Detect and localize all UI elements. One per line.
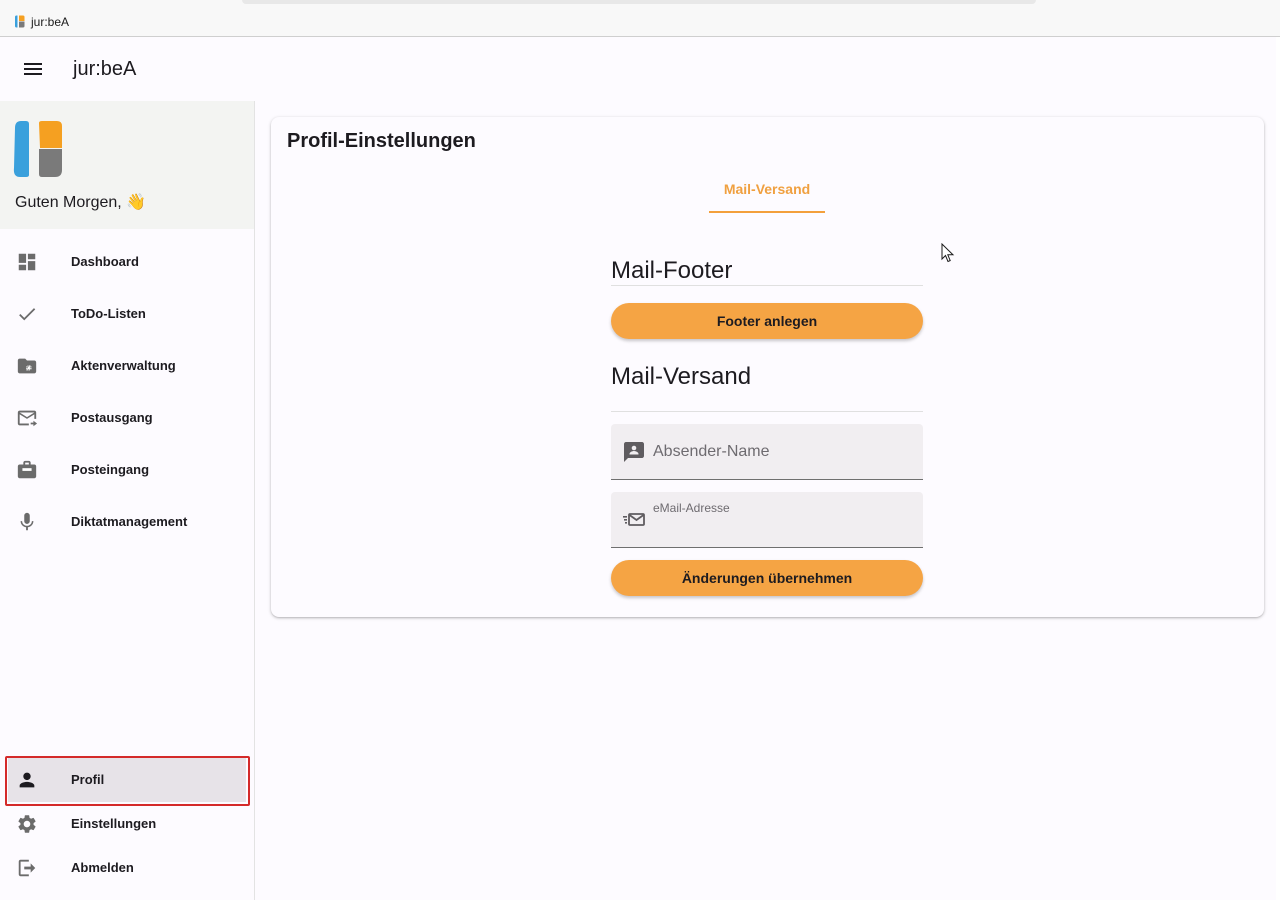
window-titlebar: jur:beA [0, 0, 1280, 37]
sidebar-item-label: Einstellungen [71, 816, 157, 831]
person-icon [19, 772, 35, 788]
fast-mail-icon [623, 513, 645, 526]
sidebar-item-label: ToDo-Listen [71, 306, 146, 321]
sidebar-item-label: Abmelden [71, 860, 134, 875]
gear-icon [18, 815, 36, 833]
sidebar-item-posteingang[interactable]: Posteingang [0, 448, 254, 492]
main-content: Profil-Einstellungen Mail-Versand Mail-F… [255, 101, 1276, 900]
sidebar-item-label: Dashboard [71, 254, 139, 269]
sidebar-item-aktenverwaltung[interactable]: Aktenverwaltung [0, 344, 254, 388]
sidebar-item-label: Postausgang [71, 410, 153, 425]
sidebar: Guten Morgen, 👋 Dashboard ToDo-Listen Ak… [0, 101, 255, 900]
mail-versand-heading: Mail-Versand [611, 363, 752, 390]
dashboard-icon [18, 253, 36, 271]
sender-name-placeholder: Absender-Name [653, 443, 770, 460]
folder-hash-icon [17, 358, 37, 374]
greeting-text: Guten Morgen, 👋 [15, 194, 147, 211]
mail-send-icon [17, 410, 38, 427]
page-title: Profil-Einstellungen [287, 130, 476, 152]
sidebar-item-postausgang[interactable]: Postausgang [0, 396, 254, 440]
email-address-field[interactable]: eMail-Adresse [611, 492, 923, 548]
sidebar-item-abmelden[interactable]: Abmelden [0, 846, 254, 890]
sidebar-item-profil[interactable]: Profil [8, 758, 246, 802]
window-title: jur:beA [31, 15, 70, 29]
aenderungen-uebernehmen-button[interactable]: Änderungen übernehmen [611, 560, 923, 596]
app-logo-icon [15, 15, 25, 28]
sidebar-item-dashboard[interactable]: Dashboard [0, 240, 254, 284]
tab-active-indicator [709, 211, 825, 213]
sidebar-item-label: Aktenverwaltung [71, 358, 176, 373]
brand-logo [13, 121, 62, 177]
hamburger-menu-icon[interactable] [19, 56, 47, 82]
tab-mail-versand[interactable]: Mail-Versand [709, 173, 825, 213]
sidebar-item-label: Posteingang [71, 462, 150, 477]
sidebar-header: Guten Morgen, 👋 [0, 101, 254, 229]
microphone-icon [20, 512, 34, 531]
sidebar-item-label: Diktatmanagement [71, 514, 188, 529]
app-bar: jur:beA [0, 37, 1276, 101]
app-title: jur:beA [73, 58, 137, 80]
divider [611, 411, 923, 412]
logout-icon [18, 859, 36, 877]
contact-message-icon [624, 442, 644, 462]
footer-anlegen-button[interactable]: Footer anlegen [611, 303, 923, 339]
inbox-icon [17, 460, 37, 479]
divider [611, 285, 923, 286]
tab-strip [242, 0, 1036, 4]
tab-label: Mail-Versand [723, 181, 811, 197]
email-address-label: eMail-Adresse [653, 501, 730, 515]
mouse-cursor-icon [941, 243, 955, 263]
sidebar-item-label: Profil [71, 772, 105, 787]
check-icon [19, 308, 36, 321]
sidebar-item-todo-listen[interactable]: ToDo-Listen [0, 292, 254, 336]
mail-footer-heading: Mail-Footer [611, 257, 733, 284]
profile-settings-card: Profil-Einstellungen Mail-Versand Mail-F… [271, 117, 1264, 617]
sender-name-field[interactable]: Absender-Name [611, 424, 923, 480]
sidebar-item-einstellungen[interactable]: Einstellungen [0, 802, 254, 846]
sidebar-item-diktatmanagement[interactable]: Diktatmanagement [0, 500, 254, 544]
